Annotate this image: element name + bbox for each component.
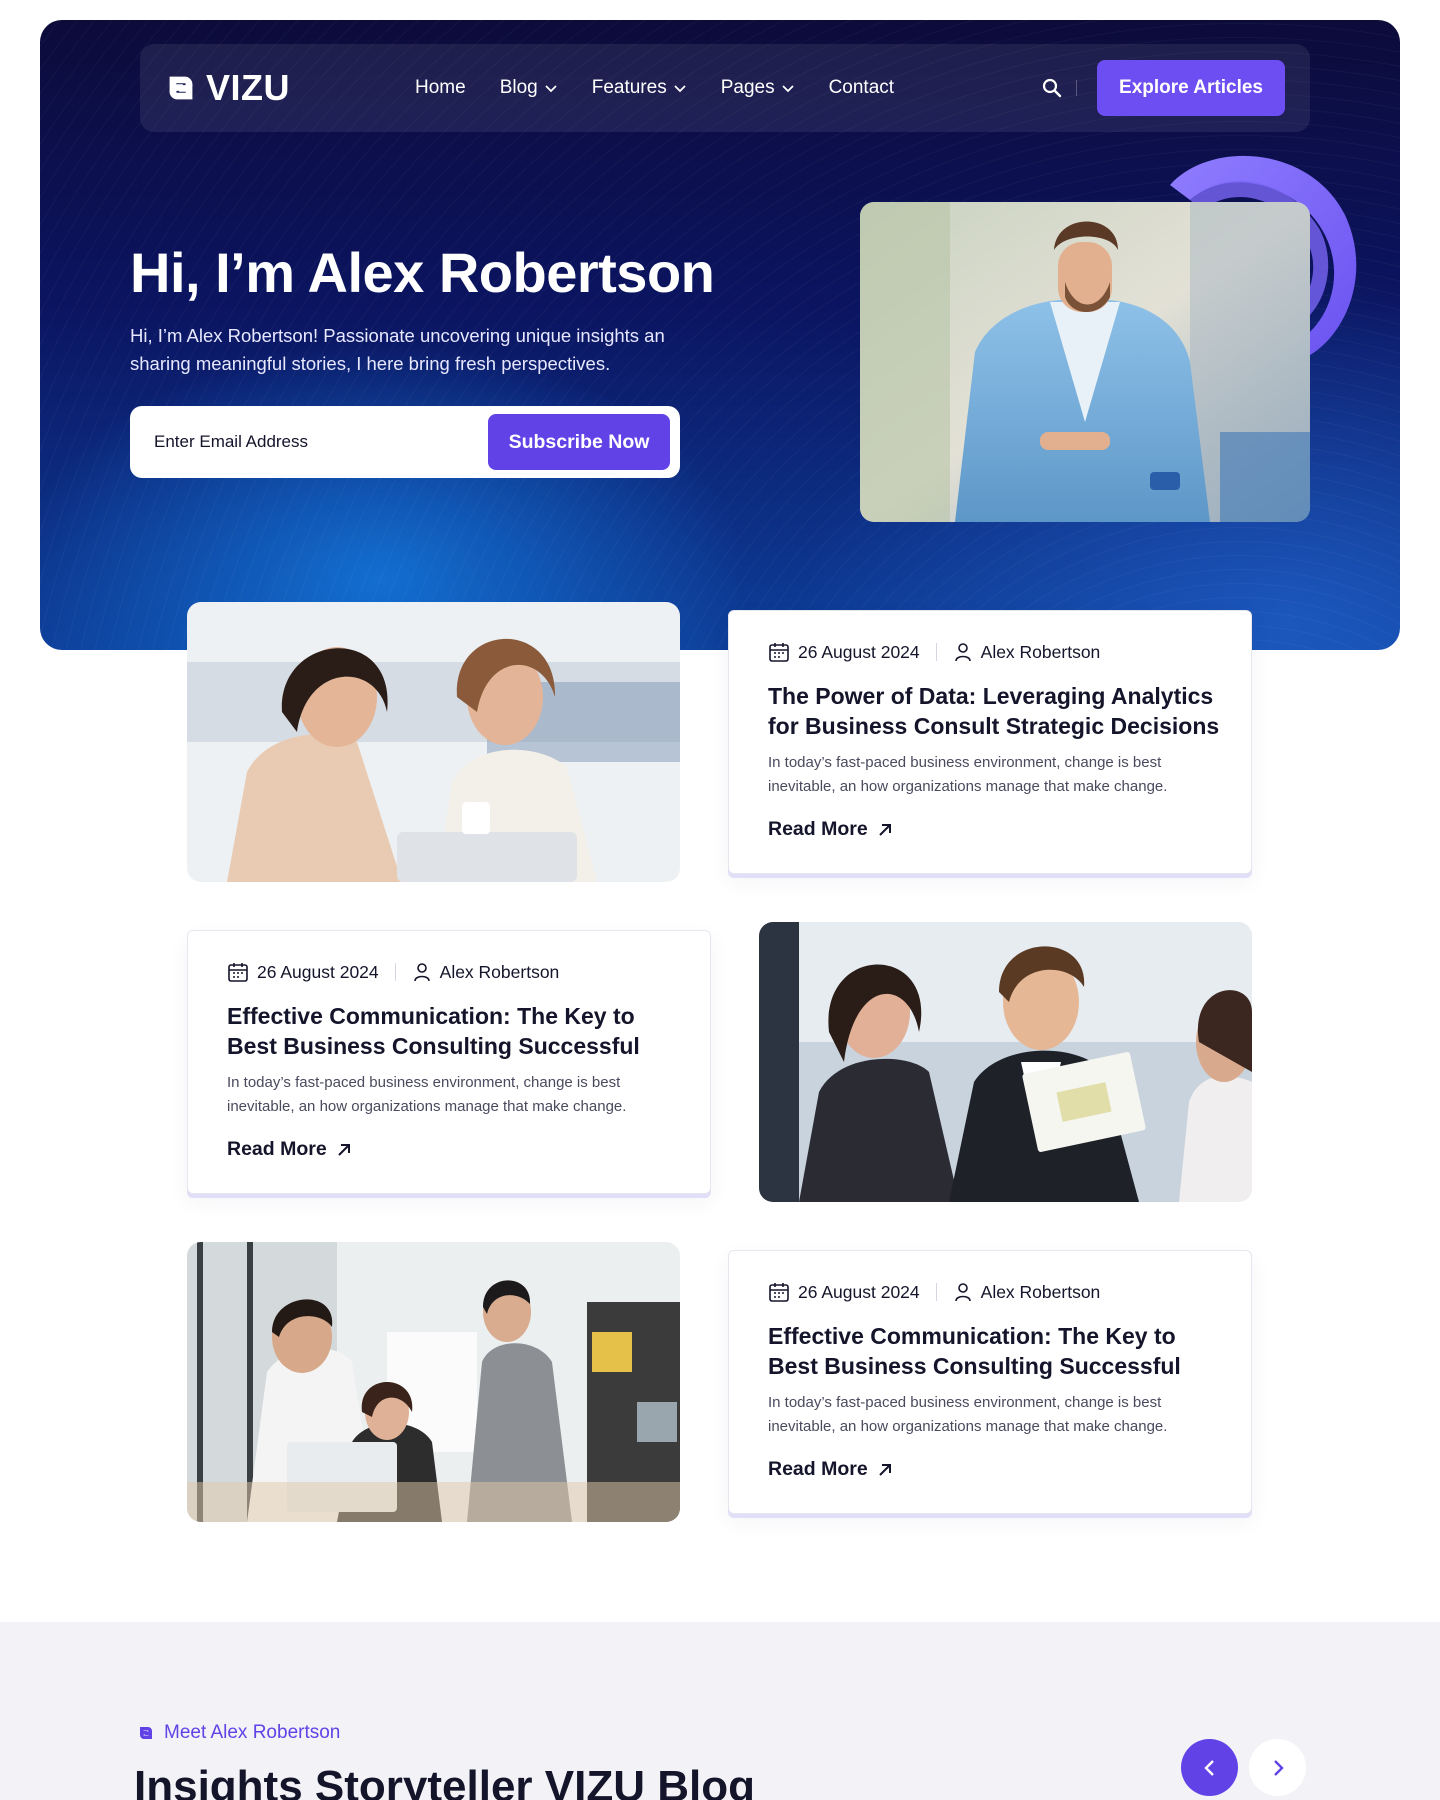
read-more-link[interactable]: Read More bbox=[768, 1458, 894, 1481]
chevron-down-icon bbox=[781, 85, 794, 93]
meta-divider bbox=[935, 643, 937, 661]
post-date: 26 August 2024 bbox=[798, 1281, 920, 1302]
explore-articles-button[interactable]: Explore Articles bbox=[1097, 60, 1285, 116]
meta-divider bbox=[935, 1283, 937, 1301]
calendar-icon bbox=[228, 963, 248, 982]
nav-pages-label: Pages bbox=[720, 77, 775, 98]
chevron-down-icon bbox=[545, 85, 557, 93]
nav-blog[interactable]: Blog bbox=[500, 77, 558, 99]
section-tag-label: Meet Alex Robertson bbox=[164, 1722, 341, 1743]
post-author[interactable]: Alex Robertson bbox=[981, 1282, 1101, 1303]
nav-pages[interactable]: Pages bbox=[721, 77, 795, 99]
nav-home-label: Home bbox=[415, 77, 466, 98]
post-excerpt: In today’s fast-paced business environme… bbox=[768, 754, 1168, 795]
chevron-right-icon bbox=[1273, 1759, 1284, 1776]
brand-name: VIZU bbox=[206, 67, 291, 108]
search-icon[interactable] bbox=[1040, 76, 1064, 100]
read-more-link[interactable]: Read More bbox=[768, 818, 894, 841]
post-meta: 26 August 2024 Alex Robertson bbox=[768, 1281, 1100, 1303]
calendar-icon bbox=[769, 1283, 789, 1302]
read-more-link[interactable]: Read More bbox=[227, 1138, 353, 1161]
subscribe-button[interactable]: Subscribe Now bbox=[488, 414, 670, 470]
arrow-up-right-icon bbox=[337, 1143, 350, 1156]
user-icon bbox=[954, 1283, 971, 1302]
nav-divider bbox=[1076, 80, 1077, 96]
post-meta: 26 August 2024 Alex Robertson bbox=[227, 961, 559, 983]
post-author[interactable]: Alex Robertson bbox=[440, 962, 560, 983]
nav-home[interactable]: Home bbox=[415, 77, 466, 99]
carousel-prev-button[interactable] bbox=[1181, 1739, 1238, 1796]
section-tag: Meet Alex Robertson bbox=[136, 1722, 340, 1744]
user-icon bbox=[413, 963, 430, 982]
main-navbar: VIZU Home Blog Features Pages Contact Ex… bbox=[140, 44, 1310, 132]
nav-contact[interactable]: Contact bbox=[829, 77, 894, 99]
vizu-logo-icon bbox=[140, 1727, 152, 1739]
brand-logo[interactable]: VIZU bbox=[162, 66, 290, 110]
chevron-left-icon bbox=[1203, 1759, 1214, 1776]
post-image-2[interactable] bbox=[759, 922, 1252, 1202]
post-title[interactable]: Effective Communication: The Key to Best… bbox=[768, 1321, 1228, 1381]
post-title[interactable]: Effective Communication: The Key to Best… bbox=[227, 1001, 687, 1061]
post-author[interactable]: Alex Robertson bbox=[981, 642, 1101, 663]
post-meta: 26 August 2024 Alex Robertson bbox=[768, 641, 1100, 663]
nav-links: Home Blog Features Pages Contact bbox=[415, 44, 894, 132]
post-card-2: 26 August 2024 Alex Robertson Effective … bbox=[187, 930, 711, 1194]
meet-author-section: Meet Alex Robertson Insights Storyteller… bbox=[0, 1622, 1440, 1800]
hero-subtitle: Hi, I’m Alex Robertson! Passionate uncov… bbox=[130, 325, 665, 374]
post-date: 26 August 2024 bbox=[798, 641, 920, 662]
vizu-logo-icon bbox=[169, 76, 193, 100]
post-date: 26 August 2024 bbox=[257, 961, 379, 982]
user-icon bbox=[954, 643, 971, 662]
post-card-1: 26 August 2024 Alex Robertson The Power … bbox=[728, 610, 1252, 874]
read-more-label: Read More bbox=[768, 818, 868, 840]
post-card-3: 26 August 2024 Alex Robertson Effective … bbox=[728, 1250, 1252, 1514]
read-more-label: Read More bbox=[227, 1138, 327, 1160]
post-excerpt: In today’s fast-paced business environme… bbox=[227, 1074, 627, 1115]
nav-features-label: Features bbox=[591, 77, 667, 98]
section-title: Insights Storyteller VIZU Blog bbox=[134, 1762, 755, 1800]
email-input[interactable] bbox=[130, 406, 480, 478]
author-portrait-image bbox=[860, 202, 1310, 522]
post-excerpt: In today’s fast-paced business environme… bbox=[768, 1394, 1168, 1435]
nav-contact-label: Contact bbox=[828, 77, 895, 98]
calendar-icon bbox=[769, 643, 789, 662]
hero-title: Hi, I’m Alex Robertson bbox=[130, 241, 715, 304]
post-title[interactable]: The Power of Data: Leveraging Analytics … bbox=[768, 681, 1228, 741]
post-image-1[interactable] bbox=[187, 602, 680, 882]
nav-features[interactable]: Features bbox=[592, 77, 687, 99]
subscribe-form: Subscribe Now bbox=[130, 406, 680, 478]
read-more-label: Read More bbox=[768, 1458, 868, 1480]
nav-blog-label: Blog bbox=[499, 77, 538, 98]
meta-divider bbox=[394, 963, 396, 981]
arrow-up-right-icon bbox=[878, 1463, 891, 1476]
chevron-down-icon bbox=[674, 85, 686, 93]
carousel-next-button[interactable] bbox=[1249, 1739, 1306, 1796]
post-image-3[interactable] bbox=[187, 1242, 680, 1522]
arrow-up-right-icon bbox=[878, 823, 891, 836]
